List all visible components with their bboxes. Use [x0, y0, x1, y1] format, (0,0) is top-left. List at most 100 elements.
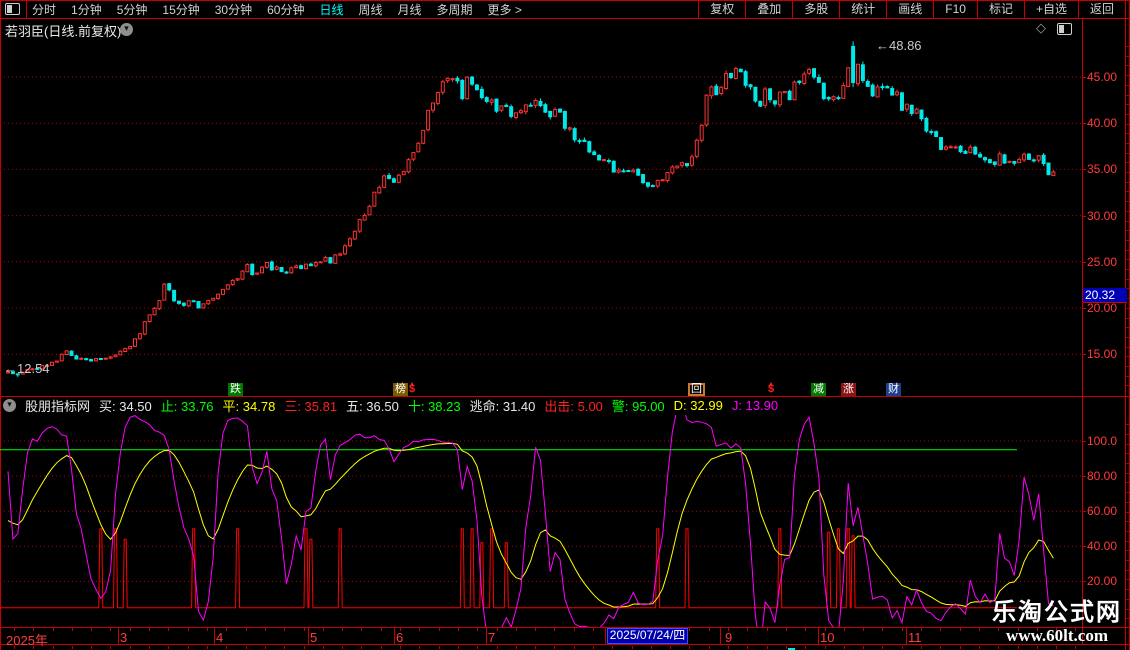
candle-body — [964, 151, 967, 153]
toolbar-button-返回[interactable]: 返回 — [1078, 0, 1125, 19]
candle-body — [686, 163, 689, 165]
tab-period-5分钟[interactable]: 5分钟 — [117, 1, 148, 18]
candle-body — [661, 180, 664, 181]
candle-body — [720, 87, 723, 93]
rail-tick — [1126, 385, 1129, 386]
price-tick — [1082, 354, 1086, 355]
rail-tick — [1126, 337, 1129, 338]
week-tick — [477, 628, 478, 631]
rail-tick — [1126, 133, 1129, 134]
bottom-tick — [689, 646, 690, 649]
week-tick — [863, 628, 864, 631]
rail-tick — [1126, 434, 1129, 435]
toolbar-button-标记[interactable]: 标记 — [977, 0, 1024, 19]
week-tick — [805, 628, 806, 631]
rail-tick — [1126, 279, 1129, 280]
chevron-down-icon[interactable]: ▾ — [3, 399, 16, 412]
toolbar-button-F10[interactable]: F10 — [933, 0, 977, 19]
bottom-tick — [1075, 646, 1076, 649]
candle-body — [930, 132, 933, 133]
kdj-indicator-chart[interactable] — [0, 415, 1082, 627]
indicator-tick-label: 100.0 — [1087, 434, 1117, 448]
chevron-down-icon[interactable]: ▾ — [120, 23, 133, 36]
candle-body — [466, 77, 469, 99]
rail-tick — [1126, 550, 1129, 551]
rail-tick — [1126, 65, 1129, 66]
signal-dollar-marker: $▴ — [409, 383, 415, 396]
candle-body — [158, 301, 161, 309]
rail-tick — [1126, 463, 1129, 464]
rail-tick — [1126, 153, 1129, 154]
candle-body — [959, 146, 962, 151]
week-tick — [882, 628, 883, 631]
week-tick — [728, 628, 729, 631]
candle-body — [192, 301, 195, 302]
week-tick — [91, 628, 92, 631]
tab-period-1分钟[interactable]: 1分钟 — [71, 1, 102, 18]
tab-period-周线[interactable]: 周线 — [358, 1, 382, 18]
rail-tick — [1126, 191, 1129, 192]
candle-body — [676, 166, 679, 168]
tab-period-60分钟[interactable]: 60分钟 — [267, 1, 304, 18]
toolbar-button-+自选[interactable]: +自选 — [1024, 0, 1078, 19]
bottom-tick — [651, 646, 652, 649]
bottom-tick — [670, 646, 671, 649]
bottom-tick — [960, 646, 961, 649]
rail-tick — [1126, 114, 1129, 115]
week-tick — [458, 628, 459, 631]
price-tick-label: 20.00 — [1087, 301, 1117, 315]
toolbar-button-统计[interactable]: 统计 — [839, 0, 886, 19]
candle-body — [344, 246, 347, 254]
candle-body — [241, 271, 244, 279]
candle-body — [441, 82, 444, 93]
rail-tick — [1126, 473, 1129, 474]
tab-period-月线[interactable]: 月线 — [398, 1, 422, 18]
bottom-tick — [72, 646, 73, 649]
rail-tick — [1126, 560, 1129, 561]
candle-body — [124, 348, 127, 351]
candle-body — [988, 160, 991, 163]
tab-period-30分钟[interactable]: 30分钟 — [215, 1, 252, 18]
rail-tick — [1126, 250, 1129, 251]
signal-tag-跌: 跌 — [228, 383, 243, 396]
candle-body — [1052, 172, 1055, 176]
candle-body — [392, 179, 395, 182]
toolbar-button-画线[interactable]: 画线 — [886, 0, 933, 19]
window-icon[interactable] — [1057, 23, 1072, 35]
rail-tick — [1126, 269, 1129, 270]
week-tick — [960, 628, 961, 631]
candle-body — [329, 258, 332, 263]
candle-body — [808, 70, 811, 74]
candle-body — [334, 255, 337, 263]
toolbar-button-叠加[interactable]: 叠加 — [745, 0, 792, 19]
signal-dollar-marker: $▴ — [768, 383, 774, 396]
candle-body — [900, 93, 903, 110]
candle-body — [847, 68, 850, 87]
toolbar-button-多股[interactable]: 多股 — [792, 0, 839, 19]
candle-body — [627, 171, 630, 172]
candle-body — [261, 267, 264, 273]
toolbar-button-复权[interactable]: 复权 — [698, 0, 745, 19]
candle-body — [642, 175, 645, 183]
bottom-tick — [400, 646, 401, 649]
diamond-icon[interactable]: ◇ — [1036, 20, 1046, 36]
candle-body — [221, 289, 224, 294]
bottom-tick — [709, 646, 710, 649]
tab-period-更多 >[interactable]: 更多 > — [488, 1, 522, 18]
indicator-tick — [1082, 476, 1086, 477]
bottom-tick — [612, 646, 613, 649]
j-line — [8, 415, 1053, 627]
tab-period-15分钟[interactable]: 15分钟 — [162, 1, 199, 18]
price-tick — [1082, 216, 1086, 217]
tab-period-多周期[interactable]: 多周期 — [437, 1, 473, 18]
tab-period-分时[interactable]: 分时 — [32, 1, 56, 18]
candle-body — [529, 105, 532, 106]
bottom-tick — [767, 646, 768, 649]
candlestick-chart[interactable] — [0, 38, 1082, 383]
candle-body — [559, 109, 562, 112]
week-tick — [168, 628, 169, 631]
layout-toggle-button[interactable] — [0, 0, 27, 18]
indicator-tick — [1082, 441, 1086, 442]
tab-period-日线[interactable]: 日线 — [319, 1, 343, 18]
indicator-field: 三: 35.81 — [284, 396, 337, 415]
